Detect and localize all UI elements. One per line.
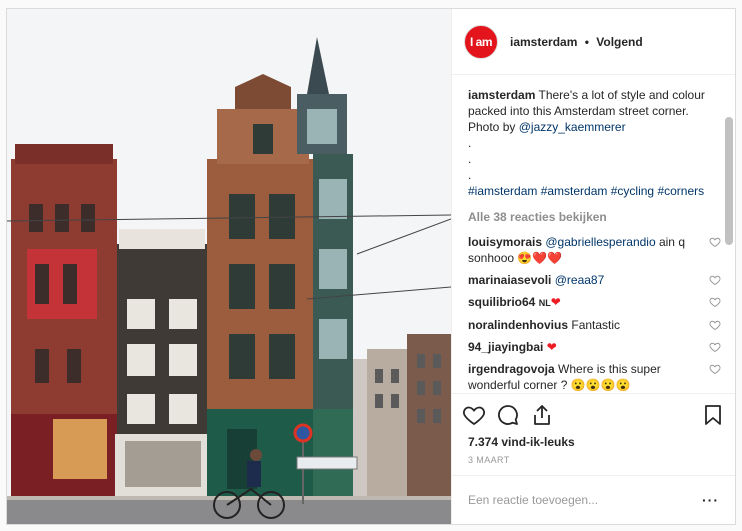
- comment-item: 94_jiayingbai ❤: [468, 336, 721, 358]
- post-header: I am iamsterdam • Volgend: [452, 9, 735, 75]
- heart-icon[interactable]: [462, 403, 486, 427]
- small-heart-icon[interactable]: [709, 236, 721, 248]
- hashtag-link[interactable]: #amsterdam: [541, 184, 608, 198]
- photo-credit-link[interactable]: @jazzy_kaemmerer: [519, 120, 626, 134]
- comment-text: Fantastic: [571, 318, 621, 332]
- following-button[interactable]: Volgend: [596, 35, 642, 49]
- comment-username[interactable]: 94_jiayingbai: [468, 340, 543, 354]
- caption-dot: .: [468, 152, 472, 166]
- comment-bubble-icon[interactable]: [496, 403, 520, 427]
- comment-username[interactable]: noralindenhovius: [468, 318, 568, 332]
- comment-text: NL: [538, 298, 551, 308]
- comment-emoji: ❤: [546, 340, 557, 354]
- separator-dot: •: [584, 34, 589, 49]
- small-heart-icon[interactable]: [709, 296, 721, 308]
- comment-item: louisymorais @gabriellesperandio ain q s…: [468, 231, 721, 269]
- add-comment-bar: ···: [452, 476, 735, 524]
- more-options-button[interactable]: ···: [702, 492, 719, 508]
- likes-count[interactable]: 7.374 vind-ik-leuks: [452, 435, 735, 453]
- header-text: iamsterdam • Volgend: [510, 35, 643, 49]
- hashtag-link[interactable]: #corners: [657, 184, 704, 198]
- post-sidebar: I am iamsterdam • Volgend iamsterdam The…: [451, 9, 735, 524]
- comment-username[interactable]: squilibrio64: [468, 295, 535, 309]
- comment-item: noralindenhovius Fantastic: [468, 314, 721, 336]
- photo-credit-prefix: Photo by: [468, 120, 516, 134]
- comment-emoji: 😮😮😮😮: [570, 378, 631, 392]
- comment-emoji: ❤: [550, 295, 561, 309]
- comment-username[interactable]: louisymorais: [468, 235, 542, 249]
- small-heart-icon[interactable]: [709, 363, 721, 375]
- instagram-post: I am iamsterdam • Volgend iamsterdam The…: [6, 8, 736, 525]
- post-caption: iamsterdam There's a lot of style and co…: [468, 87, 709, 199]
- caption-username[interactable]: iamsterdam: [468, 88, 535, 102]
- small-heart-icon[interactable]: [709, 274, 721, 286]
- post-photo[interactable]: [7, 9, 451, 524]
- post-actions: [452, 393, 735, 435]
- small-heart-icon[interactable]: [709, 341, 721, 353]
- small-heart-icon[interactable]: [709, 319, 721, 331]
- comment-mention[interactable]: @reaa87: [555, 273, 605, 287]
- comments-section[interactable]: iamsterdam There's a lot of style and co…: [452, 75, 735, 393]
- comment-username[interactable]: marinaiasevoli: [468, 273, 551, 287]
- comment-emoji: 😍❤️❤️: [517, 251, 563, 265]
- comment-mention[interactable]: @gabriellesperandio: [545, 235, 655, 249]
- caption-dot: .: [468, 136, 472, 150]
- author-username[interactable]: iamsterdam: [510, 35, 577, 49]
- comment-item: marinaiasevoli @reaa87: [468, 269, 721, 291]
- hashtag-link[interactable]: #iamsterdam: [468, 184, 537, 198]
- post-date[interactable]: 3 MAART: [452, 453, 735, 476]
- view-all-comments-link[interactable]: Alle 38 reacties bekijken: [468, 209, 709, 225]
- comment-input[interactable]: [468, 493, 702, 507]
- bookmark-icon[interactable]: [701, 403, 725, 427]
- street-photo-illustration: [7, 9, 451, 524]
- comment-username[interactable]: irgendragovoja: [468, 362, 555, 376]
- avatar[interactable]: I am: [464, 24, 498, 59]
- comment-item: irgendragovoja Where is this super wonde…: [468, 358, 721, 393]
- hashtag-link[interactable]: #cycling: [611, 184, 654, 198]
- comments-scrollbar[interactable]: [725, 117, 733, 245]
- caption-dot: .: [468, 168, 472, 182]
- share-icon[interactable]: [530, 403, 554, 427]
- comment-item: squilibrio64 NL❤: [468, 291, 721, 314]
